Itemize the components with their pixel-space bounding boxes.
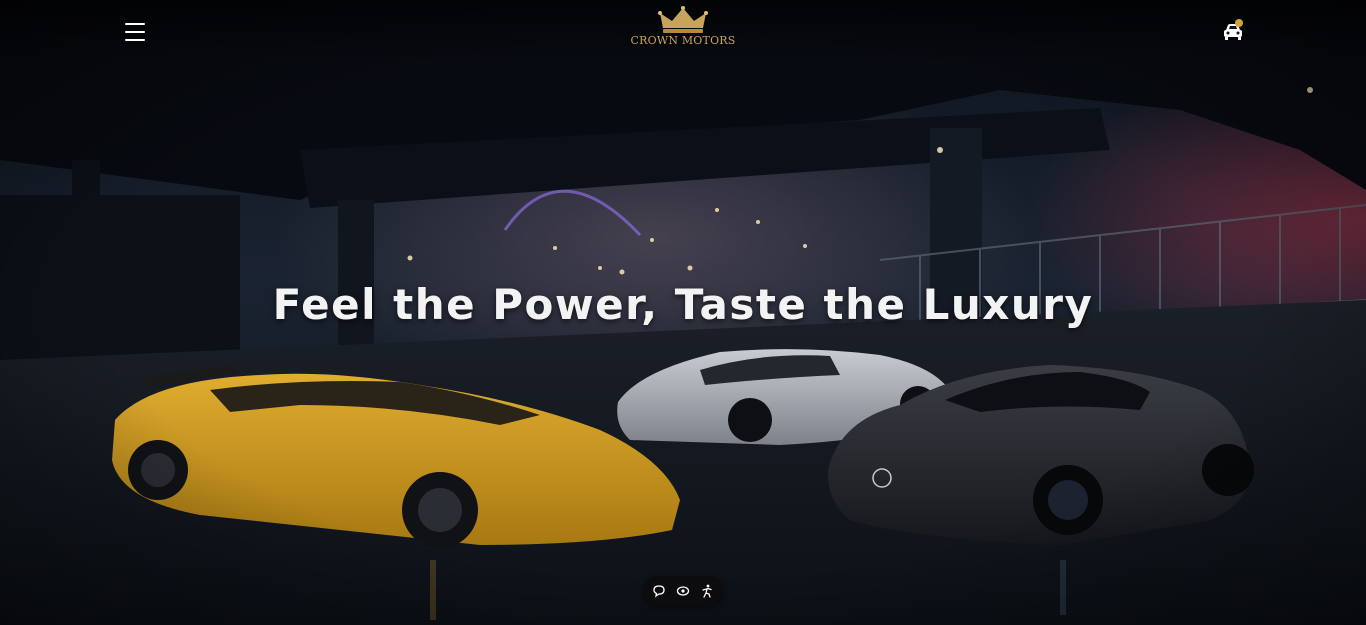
accessibility-icon[interactable]	[699, 583, 715, 599]
hero-headline: Feel the Power, Taste the Luxury	[272, 280, 1094, 329]
brand-logo-link[interactable]: CROWN MOTORS	[623, 6, 743, 56]
brand-name: CROWN MOTORS	[630, 34, 736, 47]
menu-line	[125, 39, 145, 41]
menu-line	[125, 31, 145, 33]
eye-icon[interactable]	[675, 583, 691, 599]
hero-section: CROWN MOTORS Feel the Power, Taste the L…	[0, 0, 1366, 625]
hamburger-menu-icon[interactable]	[122, 20, 148, 44]
crown-icon	[658, 6, 708, 33]
floating-tools-widget	[643, 576, 723, 606]
top-navigation-bar: CROWN MOTORS	[0, 0, 1366, 64]
cart-badge	[1235, 19, 1243, 27]
menu-line	[125, 23, 145, 25]
chat-icon[interactable]	[651, 583, 667, 599]
